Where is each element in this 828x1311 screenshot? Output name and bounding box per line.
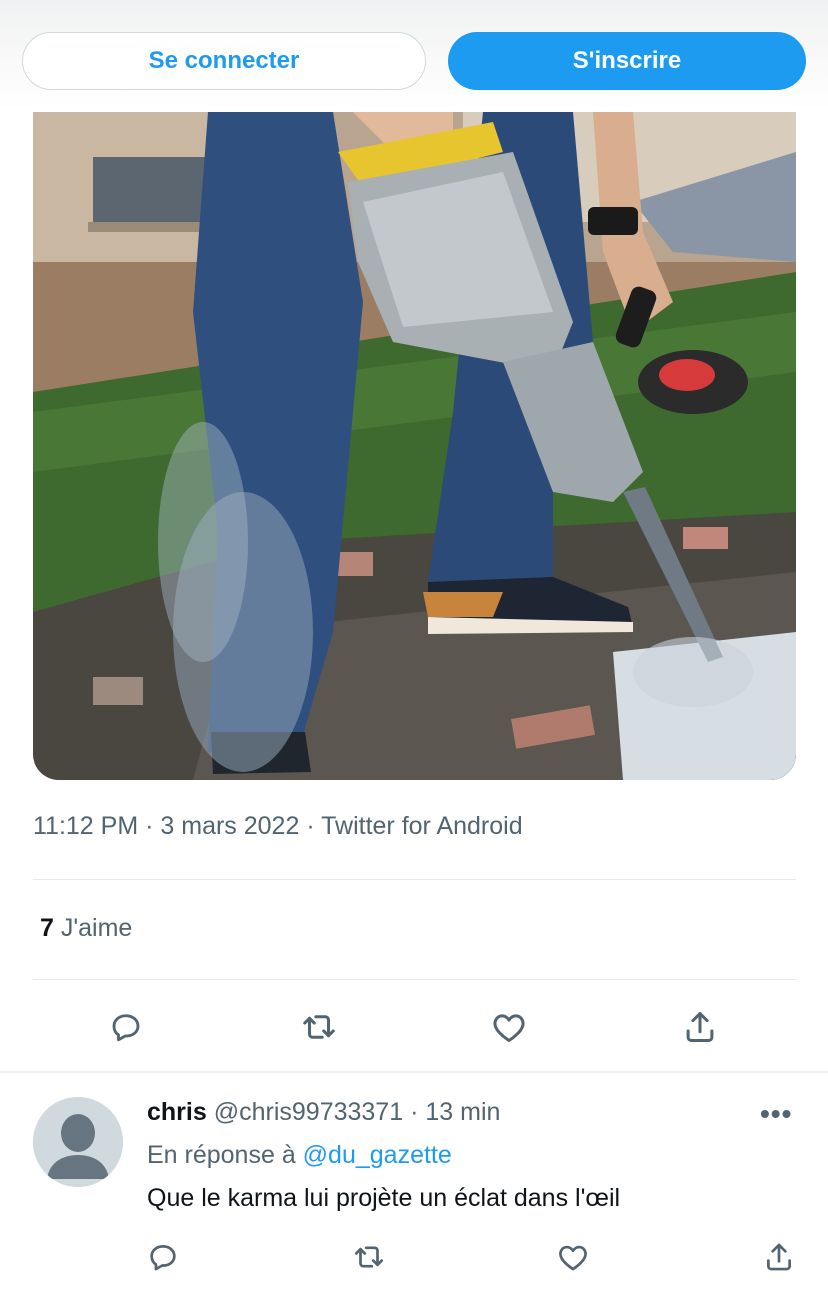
likes-number: 7	[40, 914, 54, 942]
likes-count[interactable]: 7 J'aime	[40, 914, 132, 943]
like-button[interactable]	[555, 1239, 591, 1275]
photo-jackhammer-illustration	[33, 112, 796, 780]
like-button[interactable]	[489, 1007, 529, 1047]
tweet-source[interactable]: Twitter for Android	[321, 812, 522, 840]
retweet-button[interactable]	[299, 1007, 339, 1047]
signup-button[interactable]: S'inscrire	[448, 32, 806, 90]
login-button[interactable]: Se connecter	[22, 32, 426, 90]
replying-to: En réponse à @du_gazette	[147, 1141, 452, 1170]
share-button[interactable]	[761, 1239, 797, 1275]
tweet-time: 11:12 PM	[33, 812, 139, 840]
retweet-icon	[354, 1246, 384, 1268]
share-button[interactable]	[680, 1007, 720, 1047]
reply-text: Que le karma lui projète un éclat dans l…	[147, 1184, 621, 1212]
share-icon	[686, 1012, 714, 1042]
replying-to-mention[interactable]: @du_gazette	[303, 1141, 452, 1169]
reply-button[interactable]	[106, 1007, 146, 1047]
top-bar: Se connecter S'inscrire	[0, 0, 828, 112]
likes-label: J'aime	[60, 914, 133, 942]
tweet-date: 3 mars 2022	[160, 812, 300, 840]
like-icon	[559, 1245, 587, 1271]
divider	[33, 879, 796, 880]
like-icon	[493, 1014, 525, 1042]
share-icon	[767, 1243, 791, 1271]
tweet-timestamp[interactable]: 11:12 PM · 3 mars 2022 · Twitter for And…	[33, 812, 523, 841]
reply-icon	[150, 1245, 176, 1271]
replying-prefix: En réponse à	[147, 1141, 296, 1169]
separator: ·	[306, 812, 315, 840]
reply-header: chris @chris99733371 · 13 min	[147, 1098, 500, 1127]
reply-author-handle[interactable]: @chris99733371	[214, 1098, 403, 1126]
retweet-button[interactable]	[351, 1239, 387, 1275]
separator: ·	[145, 812, 154, 840]
default-avatar-icon	[33, 1097, 123, 1187]
reply-button[interactable]	[145, 1239, 181, 1275]
more-options-icon[interactable]: •••	[760, 1098, 792, 1130]
separator: ·	[410, 1098, 419, 1126]
divider	[33, 979, 796, 980]
tweet-photo[interactable]	[33, 112, 796, 780]
reply-icon	[112, 1014, 140, 1042]
divider	[0, 1071, 828, 1073]
reply-age[interactable]: 13 min	[425, 1098, 500, 1126]
retweet-icon	[303, 1015, 335, 1039]
avatar[interactable]	[33, 1097, 123, 1187]
reply-author-name[interactable]: chris	[147, 1098, 207, 1126]
